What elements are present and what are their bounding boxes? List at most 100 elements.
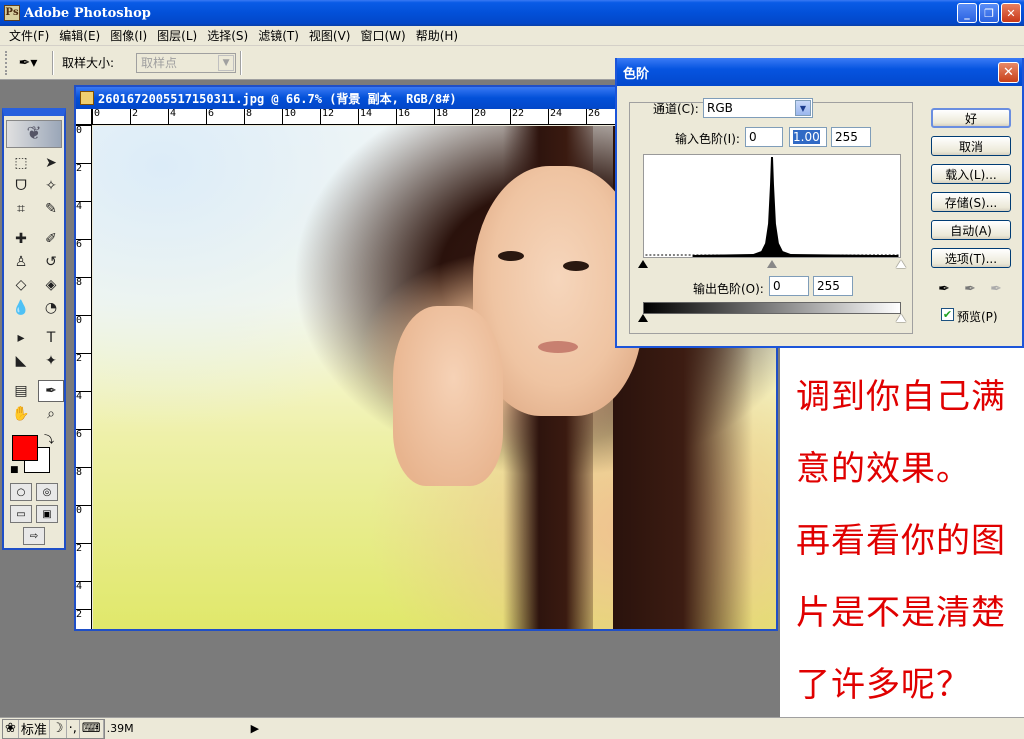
screen-mode-full-icon[interactable]: ▣ [36, 505, 58, 523]
black-eyedropper-icon[interactable]: ✒ [935, 280, 953, 298]
ime-punctuation-icon[interactable]: ·, [67, 719, 80, 738]
feather-logo-icon[interactable]: ❦ [6, 120, 62, 148]
auto-button[interactable]: 自动(A) [931, 220, 1011, 240]
menu-layer[interactable]: 图层(L) [152, 27, 202, 44]
levels-dialog-title-bar[interactable]: 色阶 [617, 58, 1022, 86]
eraser-tool-icon[interactable]: ◇ [8, 274, 34, 296]
notes-tool-icon[interactable]: ▤ [8, 380, 34, 402]
ruler-tick: 8 [244, 109, 252, 124]
ime-logo-icon[interactable]: ❀ [3, 719, 19, 738]
menu-window[interactable]: 窗口(W) [355, 27, 410, 44]
input-white-handle[interactable] [896, 260, 906, 268]
channel-select[interactable]: RGB ▼ [703, 98, 813, 118]
preview-checkbox[interactable]: ✔ [941, 308, 954, 321]
quick-mask-icon[interactable]: ◎ [36, 483, 58, 501]
input-black-field[interactable]: 0 [745, 127, 783, 147]
menu-view[interactable]: 视图(V) [304, 27, 356, 44]
status-menu-arrow-icon[interactable]: ▶ [251, 722, 259, 735]
ok-button[interactable]: 好 [931, 108, 1011, 128]
slice-tool-icon[interactable]: ✎ [38, 198, 64, 220]
menu-edit[interactable]: 编辑(E) [54, 27, 105, 44]
minimize-button[interactable]: _ [957, 3, 977, 23]
dialog-close-icon[interactable]: ✕ [998, 62, 1019, 83]
color-swatches: ⤵ ■ [4, 429, 64, 479]
sample-size-value: 取样点 [141, 56, 178, 70]
tools-palette: ❦ ⬚ ➤ ᗜ ✧ ⌗ ✎ ✚ ✐ ♙ ↺ ◇ ◈ 💧 ◔ ▸ T ◣ ✦ ▤ … [2, 108, 66, 550]
type-tool-icon[interactable]: T [38, 327, 64, 349]
imageready-jump-icon[interactable]: ⇨ [23, 527, 45, 545]
ruler-tick: 12 [320, 109, 334, 124]
ime-halfwidth-icon[interactable]: ☽ [50, 719, 67, 738]
menu-select[interactable]: 选择(S) [202, 27, 253, 44]
sample-size-label: 取样大小: [62, 56, 115, 70]
healing-brush-icon[interactable]: ✚ [8, 228, 34, 250]
document-icon [80, 91, 94, 105]
history-brush-icon[interactable]: ↺ [38, 251, 64, 273]
menu-filter[interactable]: 滤镜(T) [253, 27, 304, 44]
brush-tool-icon[interactable]: ✐ [38, 228, 64, 250]
restore-button[interactable]: ❐ [979, 3, 999, 23]
cancel-button[interactable]: 取消 [931, 136, 1011, 156]
photo-hand [393, 306, 503, 486]
ruler-tick: 4 [168, 109, 176, 124]
screen-mode-standard-icon[interactable]: ▭ [10, 505, 32, 523]
ime-mode-button[interactable]: 标准 [19, 719, 50, 738]
load-button[interactable]: 载入(L)... [931, 164, 1011, 184]
instruction-note: 调到你自己满意的效果。 再看看你的图片是不是清楚了许多呢？ [780, 345, 1024, 717]
ime-keyboard-icon[interactable]: ⌨ [80, 719, 104, 738]
menu-file[interactable]: 文件(F) [4, 27, 54, 44]
paint-bucket-icon[interactable]: ◈ [38, 274, 64, 296]
swap-colors-icon[interactable]: ⤵ [44, 431, 54, 446]
crop-tool-icon[interactable]: ⌗ [8, 198, 34, 220]
input-black-value: 0 [749, 130, 757, 144]
ruler-tick: 24 [548, 109, 562, 124]
chevron-down-icon: ▼ [218, 54, 235, 71]
dodge-tool-icon[interactable]: ◔ [38, 297, 64, 319]
lasso-tool-icon[interactable]: ᗜ [8, 175, 34, 197]
ruler-tick: 0 [92, 109, 100, 124]
pen-tool-icon[interactable]: ◣ [8, 350, 34, 372]
options-separator [52, 50, 54, 75]
options-button[interactable]: 选项(T)... [931, 248, 1011, 268]
magic-wand-icon[interactable]: ✧ [38, 175, 64, 197]
ruler-tick: 2 [76, 609, 91, 620]
default-colors-icon[interactable]: ■ [10, 465, 19, 475]
input-gamma-handle[interactable] [767, 260, 777, 268]
eyedropper-tool-icon[interactable]: ✒ [38, 380, 64, 402]
zoom-tool-icon[interactable]: ⌕ [38, 403, 64, 425]
output-black-field[interactable]: 0 [769, 276, 809, 296]
shape-tool-icon[interactable]: ✦ [38, 350, 64, 372]
hand-tool-icon[interactable]: ✋ [8, 403, 34, 425]
output-black-handle[interactable] [638, 314, 648, 322]
foreground-color-swatch[interactable] [12, 435, 38, 461]
ruler-origin[interactable] [76, 109, 92, 125]
photoshop-app-icon: Ps [4, 5, 20, 21]
input-black-handle[interactable] [638, 260, 648, 268]
input-gamma-field[interactable]: 1.00 [789, 127, 827, 147]
close-button[interactable]: ✕ [1001, 3, 1021, 23]
sample-size-select[interactable]: 取样点 ▼ [136, 52, 237, 73]
menu-help[interactable]: 帮助(H) [411, 27, 463, 44]
save-button[interactable]: 存储(S)... [931, 192, 1011, 212]
blur-tool-icon[interactable]: 💧 [8, 297, 34, 319]
move-tool-icon[interactable]: ➤ [38, 152, 64, 174]
standard-mode-icon[interactable]: ○ [10, 483, 32, 501]
preview-label: 预览(P) [957, 310, 998, 324]
eyedropper-icon[interactable]: ✒▾ [8, 50, 48, 76]
gray-eyedropper-icon[interactable]: ✒ [961, 280, 979, 298]
channel-value: RGB [707, 101, 733, 115]
output-levels-label: 输出色阶(O): [693, 282, 764, 296]
output-white-field[interactable]: 255 [813, 276, 853, 296]
vertical-ruler[interactable]: 0 2 4 6 8 0 2 4 6 8 0 2 4 2 [76, 125, 92, 629]
photo-eye [498, 251, 524, 261]
stamp-tool-icon[interactable]: ♙ [8, 251, 34, 273]
path-select-icon[interactable]: ▸ [8, 327, 34, 349]
input-slider[interactable] [638, 260, 906, 270]
output-slider[interactable] [638, 314, 906, 324]
output-white-handle[interactable] [896, 314, 906, 322]
white-eyedropper-icon[interactable]: ✒ [987, 280, 1005, 298]
ruler-tick: 0 [76, 505, 91, 516]
input-white-field[interactable]: 255 [831, 127, 871, 147]
menu-image[interactable]: 图像(I) [105, 27, 152, 44]
marquee-tool-icon[interactable]: ⬚ [8, 152, 34, 174]
